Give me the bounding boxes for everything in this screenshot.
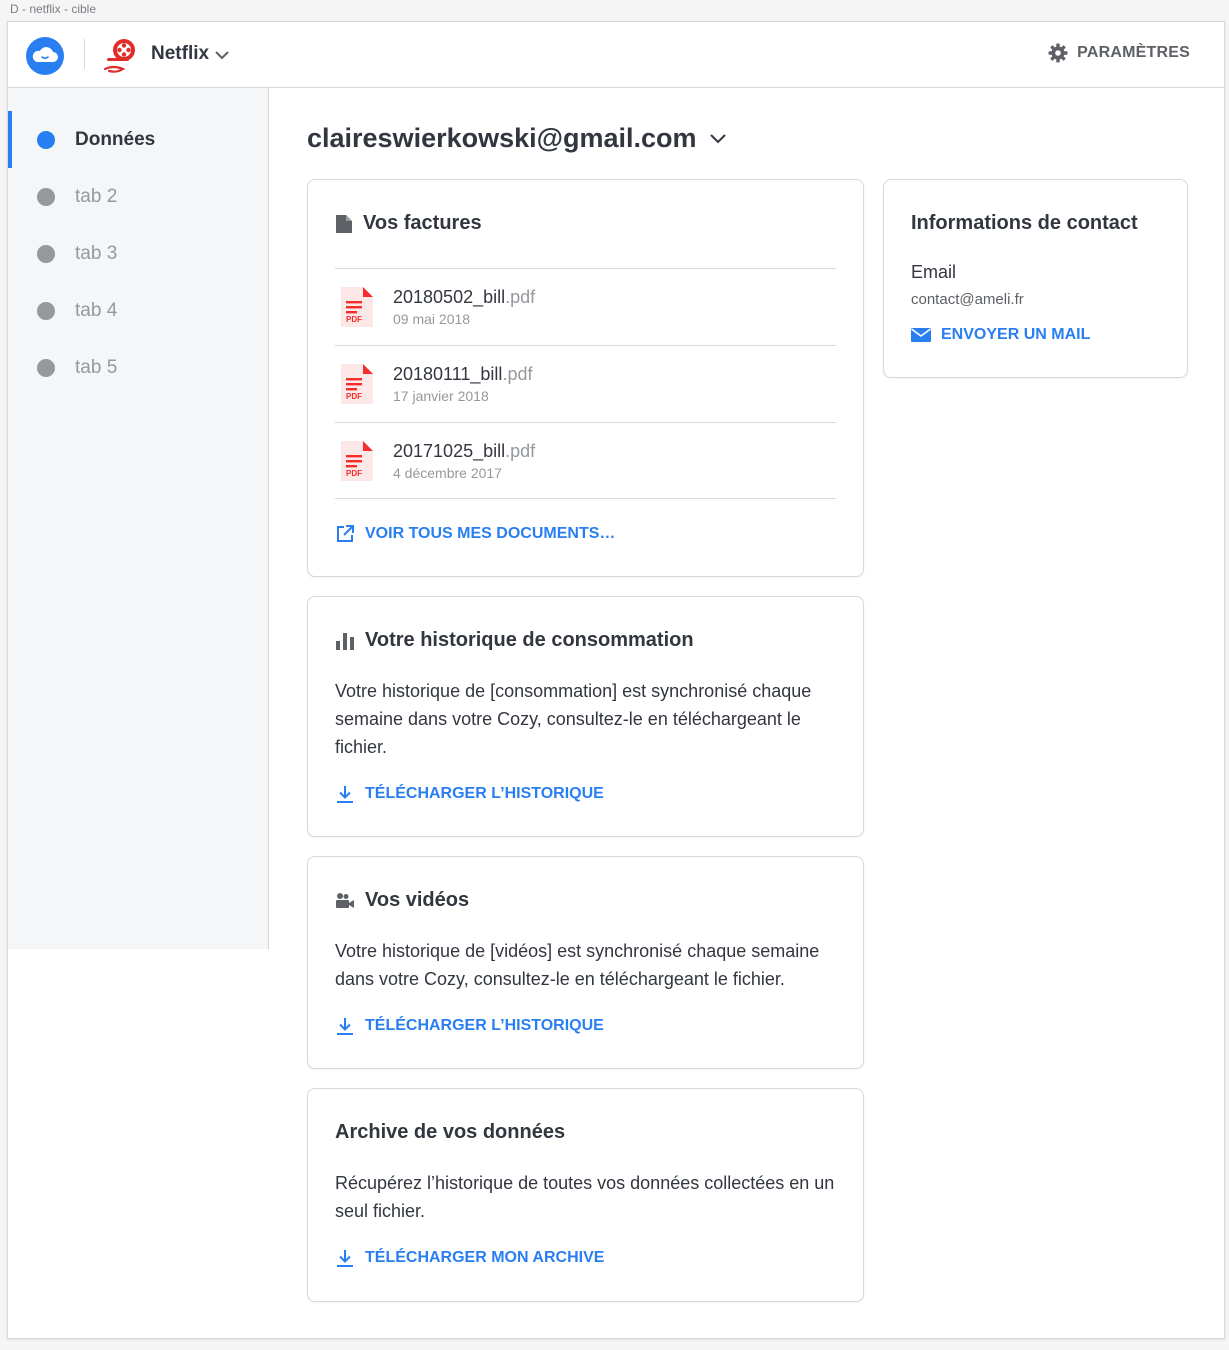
consumption-title: Votre historique de consommation: [365, 629, 694, 651]
contact-email-label: Email: [911, 262, 957, 282]
pdf-badge: PDF: [346, 315, 362, 324]
envelope-icon: [911, 328, 931, 342]
bills-card: Vos factures PDF 20180502_bill.pdf 09 ma…: [307, 179, 864, 577]
archive-title: Archive de vos données: [335, 1121, 566, 1143]
sidebar-item-label: tab 4: [75, 299, 118, 321]
bill-list: PDF 20180502_bill.pdf 09 mai 2018 PDF 20…: [335, 268, 836, 499]
see-all-label: VOIR TOUS MES DOCUMENTS…: [365, 525, 616, 542]
bill-date: 17 janvier 2018: [393, 388, 489, 404]
external-link-icon: [337, 525, 354, 542]
chevron-down-icon: [709, 133, 726, 143]
send-mail-button[interactable]: ENVOYER UN MAIL: [911, 326, 1090, 344]
settings-button[interactable]: PARAMÈTRES: [1048, 43, 1190, 63]
bill-row[interactable]: PDF 20180111_bill.pdf 17 janvier 2018: [335, 345, 836, 422]
consumption-description: Votre historique de [consommation] est s…: [335, 681, 812, 757]
download-consumption-history-button[interactable]: TÉLÉCHARGER L’HISTORIQUE: [335, 784, 604, 804]
window-title: D - netflix - cible: [10, 2, 97, 16]
videos-card-title: Vos vidéos: [335, 889, 469, 912]
download-history-label: TÉLÉCHARGER L’HISTORIQUE: [365, 1017, 604, 1034]
videos-card: Vos vidéos Votre historique de [vidéos] …: [307, 856, 864, 1069]
archive-card: Archive de vos données Récupérez l’histo…: [307, 1088, 864, 1302]
contact-card: Informations de contact Email contact@am…: [883, 179, 1188, 378]
bills-card-title: Vos factures: [335, 212, 482, 235]
contact-card-title: Informations de contact: [911, 212, 1138, 235]
download-icon: [337, 1018, 353, 1035]
document-icon: [336, 214, 352, 233]
pdf-badge: PDF: [346, 392, 362, 401]
see-all-documents-link[interactable]: VOIR TOUS MES DOCUMENTS…: [335, 524, 615, 544]
download-history-label: TÉLÉCHARGER L’HISTORIQUE: [365, 785, 604, 802]
sidebar: Données tab 2 tab 3 tab 4 tab 5: [8, 88, 269, 949]
netflix-app-icon: [103, 39, 135, 73]
videos-description: Votre historique de [vidéos] est synchro…: [335, 941, 820, 989]
sidebar-item-donnees[interactable]: Données: [8, 111, 268, 168]
account-selector[interactable]: claireswierkowski@gmail.com: [307, 123, 727, 154]
bill-filename: 20180111_bill.pdf: [393, 364, 533, 384]
tab-dot-icon: [37, 244, 55, 263]
sidebar-item-tab-4[interactable]: tab 4: [8, 282, 268, 339]
bill-date: 4 décembre 2017: [393, 464, 502, 481]
account-email: claireswierkowski@gmail.com: [307, 123, 697, 153]
pdf-file-icon: PDF: [341, 440, 373, 481]
consumption-card: Votre historique de consommation Votre h…: [307, 596, 864, 837]
contact-email-value: contact@ameli.fr: [911, 291, 1024, 308]
sidebar-item-label: tab 3: [75, 242, 118, 264]
download-archive-button[interactable]: TÉLÉCHARGER MON ARCHIVE: [335, 1248, 604, 1268]
tab-dot-icon: [37, 301, 55, 320]
sidebar-item-tab-2[interactable]: tab 2: [8, 168, 268, 225]
sidebar-item-label: Données: [75, 128, 156, 150]
chevron-down-icon[interactable]: [214, 49, 230, 61]
settings-label: PARAMÈTRES: [1077, 44, 1190, 61]
tab-dot-icon: [37, 130, 55, 149]
tab-dot-icon: [37, 358, 55, 377]
bill-row[interactable]: PDF 20171025_bill.pdf 4 décembre 2017: [335, 422, 836, 499]
bills-title: Vos factures: [363, 212, 482, 234]
sidebar-item-tab-5[interactable]: tab 5: [8, 339, 268, 396]
sidebar-item-label: tab 2: [75, 185, 118, 207]
top-bar: Netflix PARAMÈTRES: [8, 22, 1224, 88]
pdf-file-icon: PDF: [341, 364, 373, 404]
gear-icon: [1048, 43, 1068, 63]
bill-filename: 20171025_bill.pdf: [393, 440, 536, 461]
download-archive-label: TÉLÉCHARGER MON ARCHIVE: [365, 1249, 605, 1266]
archive-card-title: Archive de vos données: [335, 1121, 565, 1144]
bill-row[interactable]: PDF 20180502_bill.pdf 09 mai 2018: [335, 268, 836, 345]
send-mail-label: ENVOYER UN MAIL: [941, 326, 1091, 343]
download-icon: [337, 1250, 353, 1267]
download-icon: [337, 786, 353, 803]
pdf-file-icon: PDF: [341, 287, 373, 327]
topbar-divider: [84, 39, 85, 69]
tab-dot-icon: [37, 187, 55, 206]
download-videos-history-button[interactable]: TÉLÉCHARGER L’HISTORIQUE: [335, 1016, 604, 1036]
video-camera-icon: [336, 892, 354, 908]
app-window: Netflix PARAMÈTRES Données tab 2 tab 3 t…: [7, 21, 1225, 1339]
sidebar-item-tab-3[interactable]: tab 3: [8, 225, 268, 282]
pdf-badge: PDF: [346, 469, 362, 478]
bill-filename: 20180502_bill.pdf: [393, 287, 536, 307]
bar-chart-icon: [336, 632, 354, 650]
archive-description: Récupérez l’historique de toutes vos don…: [335, 1173, 835, 1221]
cozy-cloud-icon[interactable]: [25, 36, 65, 76]
sidebar-item-label: tab 5: [75, 356, 118, 378]
contact-title: Informations de contact: [911, 212, 1138, 234]
consumption-card-title: Votre historique de consommation: [335, 629, 694, 652]
bill-date: 09 mai 2018: [393, 311, 471, 327]
videos-title: Vos vidéos: [365, 889, 470, 911]
app-name[interactable]: Netflix: [151, 43, 209, 65]
